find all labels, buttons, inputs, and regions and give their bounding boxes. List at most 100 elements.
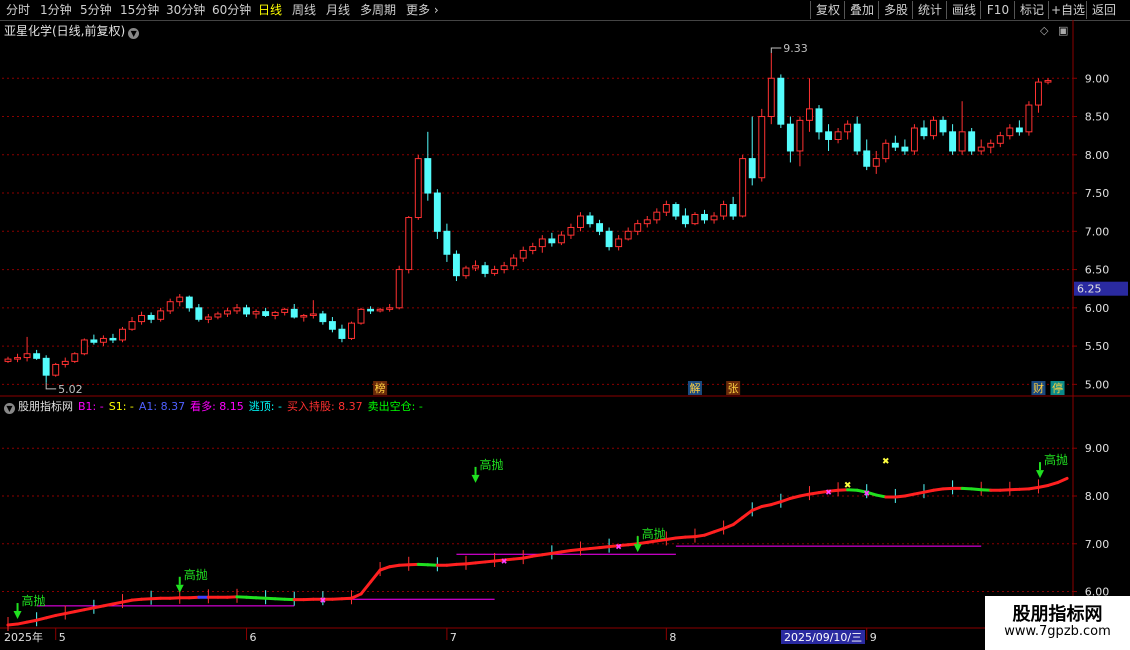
- trend-segment-111: [1056, 476, 1069, 485]
- y-tick-label-2: 6.00: [1085, 302, 1110, 315]
- candle-body-22: [214, 313, 222, 318]
- candle-body-26: [252, 311, 260, 315]
- watermark: 股朋指标网 www.7gpzb.com: [985, 596, 1130, 650]
- candle-body-9: [90, 339, 98, 343]
- candle-body-6: [61, 360, 69, 365]
- x-tick-label-4: 8: [669, 631, 676, 644]
- candle-body-45: [433, 192, 441, 232]
- y-tick-label-7: 8.50: [1085, 111, 1110, 124]
- candle-body-76: [729, 204, 737, 217]
- candle-body-0: [4, 358, 12, 362]
- candle-body-62: [596, 223, 604, 232]
- candle-body-10: [99, 337, 107, 343]
- signal-arrow-3: [633, 544, 642, 553]
- candle-body-48: [462, 267, 470, 277]
- candle-body-71: [681, 215, 689, 225]
- x-tick-label-1: 5: [59, 631, 66, 644]
- candle-body-7: [71, 353, 79, 362]
- yellow-mark-1: ✖: [882, 457, 890, 467]
- trend-segment-77: [731, 516, 745, 527]
- candle-body-82: [786, 123, 794, 152]
- event-marker-4: 停: [1052, 381, 1063, 395]
- high-annotation-label: 9.33: [783, 42, 808, 55]
- candle-body-66: [634, 223, 642, 232]
- watermark-title: 股朋指标网: [1012, 604, 1103, 625]
- ind-y-tick-label-1: 7.00: [1085, 538, 1110, 551]
- candle-body-94: [901, 146, 909, 152]
- candle-body-38: [367, 308, 375, 312]
- candle-body-31: [300, 314, 308, 318]
- candle-body-46: [443, 230, 451, 255]
- signal-label-2: 高抛: [480, 457, 504, 472]
- candle-body-81: [777, 77, 785, 125]
- candle-body-41: [395, 269, 403, 309]
- candle-body-107: [1025, 104, 1033, 133]
- signal-label-3: 高抛: [642, 526, 666, 541]
- candle-body-98: [939, 119, 947, 133]
- candle-body-5: [52, 363, 60, 376]
- candle-body-57: [548, 238, 556, 244]
- candle-body-61: [586, 215, 594, 225]
- candle-body-21: [204, 316, 212, 320]
- candle-body-50: [481, 265, 489, 274]
- y-tick-label-1: 5.50: [1085, 340, 1110, 353]
- candle-body-59: [567, 226, 575, 236]
- ind-y-tick-label-2: 8.00: [1085, 490, 1110, 503]
- candle-body-84: [806, 108, 813, 121]
- signal-arrow-2: [471, 474, 480, 483]
- y-tick-label-6: 8.00: [1085, 149, 1110, 162]
- candle-body-52: [500, 265, 508, 271]
- candle-body-32: [309, 313, 317, 316]
- candle-body-40: [386, 307, 394, 310]
- x-tick-label-2: 6: [250, 631, 257, 644]
- candle-body-3: [33, 353, 41, 359]
- candle-body-86: [825, 131, 833, 140]
- candle-body-15: [147, 314, 155, 320]
- candle-body-101: [968, 131, 976, 152]
- candle-body-12: [119, 328, 126, 341]
- candle-body-53: [510, 257, 518, 267]
- candle-body-65: [624, 230, 632, 240]
- candle-body-35: [338, 328, 346, 339]
- candle-body-74: [710, 215, 718, 221]
- candle-body-36: [348, 322, 355, 339]
- candle-body-58: [557, 234, 565, 244]
- candle-body-4: [42, 357, 50, 376]
- candle-body-88: [844, 123, 852, 133]
- candle-body-8: [80, 339, 88, 355]
- candle-body-55: [529, 246, 537, 251]
- candle-body-92: [882, 142, 890, 160]
- candle-body-79: [758, 116, 766, 179]
- chart-canvas[interactable]: 5.00 5.50 6.00 6.50 7.00 7.50 8.00 8.50 9.00 6.25…: [0, 0, 1130, 650]
- cursor-date-label: 2025/09/10/三: [784, 631, 862, 644]
- watermark-url: www.7gpzb.com: [1004, 624, 1111, 639]
- candle-body-54: [519, 249, 527, 259]
- candle-body-11: [109, 337, 117, 341]
- candle-body-2: [23, 353, 31, 359]
- candle-body-108: [1035, 81, 1042, 106]
- candle-body-49: [472, 265, 479, 269]
- candle-body-90: [863, 150, 871, 167]
- candle-body-96: [920, 127, 928, 137]
- candle-body-19: [185, 296, 193, 309]
- candle-body-42: [405, 217, 413, 271]
- ind-y-tick-label-3: 9.00: [1085, 442, 1110, 455]
- candle-body-28: [271, 311, 279, 316]
- candle-body-37: [357, 308, 365, 324]
- magenta-mark-2: ✖: [615, 543, 622, 552]
- candle-body-68: [653, 211, 661, 221]
- trend-segment-38: [359, 580, 373, 596]
- trend-segment-39: [369, 568, 382, 584]
- signal-arrow-4: [1036, 470, 1044, 479]
- candle-body-78: [748, 158, 756, 179]
- candle-body-73: [701, 213, 708, 221]
- candle-body-13: [128, 321, 136, 330]
- signal-arrow-0: [13, 611, 22, 620]
- y-tick-label-4: 7.00: [1085, 225, 1110, 238]
- event-marker-3: 财: [1033, 381, 1044, 395]
- candle-body-39: [376, 308, 384, 312]
- candle-body-87: [834, 131, 842, 140]
- candle-body-104: [996, 135, 1004, 144]
- candle-body-99: [949, 131, 957, 152]
- candle-body-34: [328, 321, 336, 330]
